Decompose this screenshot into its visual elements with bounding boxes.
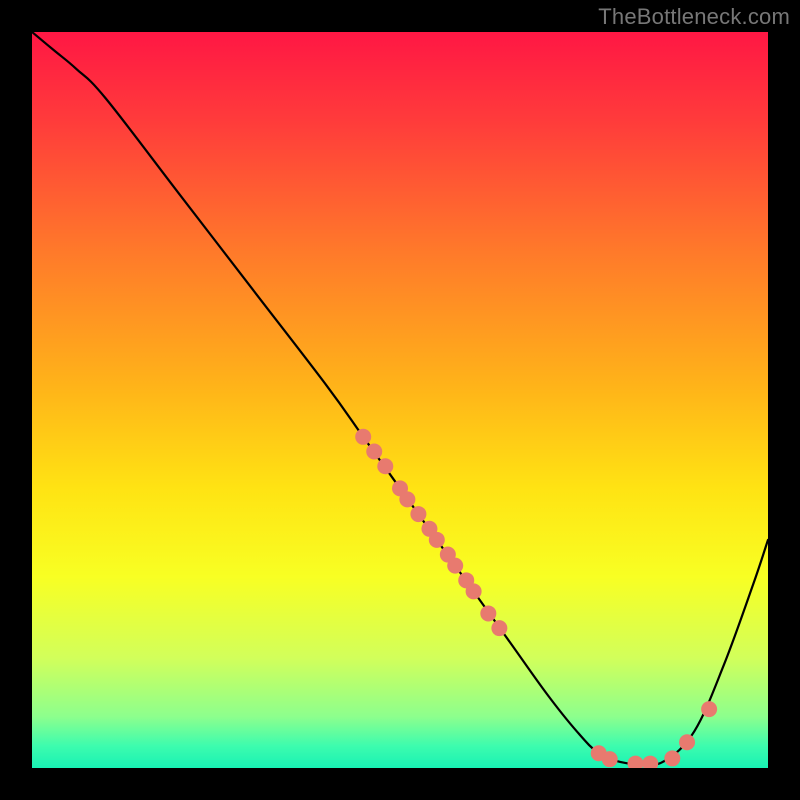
- plot-area: [32, 32, 768, 768]
- data-marker: [410, 506, 426, 522]
- watermark-text: TheBottleneck.com: [598, 4, 790, 30]
- chart-stage: TheBottleneck.com: [0, 0, 800, 800]
- data-marker: [377, 458, 393, 474]
- data-marker: [429, 532, 445, 548]
- data-marker: [399, 491, 415, 507]
- data-marker: [664, 750, 680, 766]
- chart-svg: [32, 32, 768, 768]
- data-marker: [447, 558, 463, 574]
- data-marker: [701, 701, 717, 717]
- data-marker: [491, 620, 507, 636]
- data-marker: [679, 734, 695, 750]
- plot-background: [32, 32, 768, 768]
- data-marker: [466, 583, 482, 599]
- data-marker: [602, 751, 618, 767]
- data-marker: [366, 444, 382, 460]
- data-marker: [480, 605, 496, 621]
- data-marker: [355, 429, 371, 445]
